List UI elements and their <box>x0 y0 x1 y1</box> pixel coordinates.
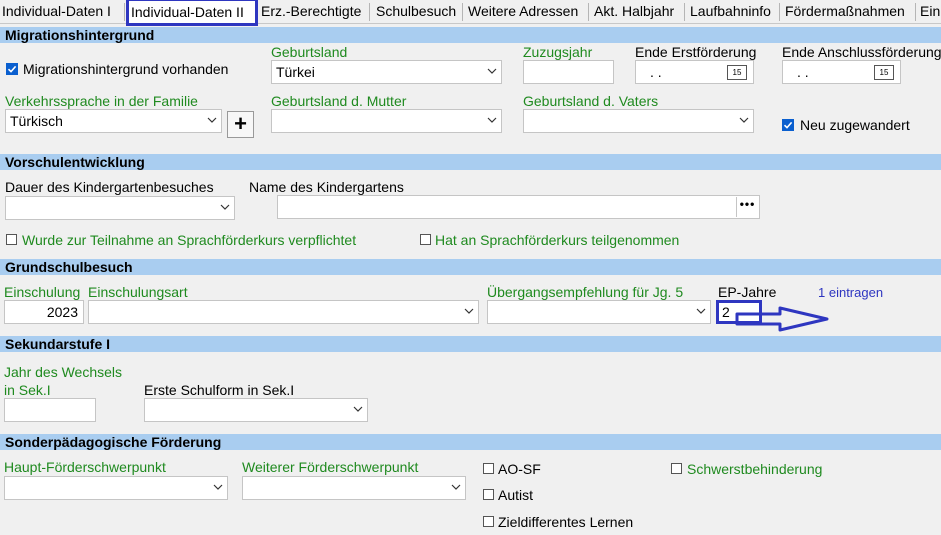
sprachfoerderkurs-verpflichtet-label: Wurde zur Teilnahme an Sprachförderkurs … <box>22 232 357 248</box>
ao-sf-label: AO-SF <box>498 461 541 477</box>
tab-individual-daten-1[interactable]: Individual-Daten I <box>0 1 113 23</box>
check-icon <box>7 65 17 73</box>
kindergarten-dauer-label: Dauer des Kindergartenbesuches <box>5 179 214 195</box>
kindergarten-name-input[interactable]: ••• <box>277 195 760 219</box>
jahr-wechsel-label-line2: in Sek.I <box>4 382 51 398</box>
ende-anschlussfoerderung-input[interactable]: . . 15 <box>782 60 901 84</box>
verkehrssprache-label: Verkehrssprache in der Familie <box>5 93 198 109</box>
tab-akt-halbjahr[interactable]: Akt. Halbjahr <box>592 1 676 23</box>
tab-separator <box>779 3 780 21</box>
tab-separator <box>369 3 370 21</box>
eintragen-annotation: 1 eintragen <box>818 285 884 300</box>
calendar-icon[interactable]: 15 <box>874 65 894 80</box>
tab-separator <box>915 3 916 21</box>
tab-schulbesuch[interactable]: Schulbesuch <box>374 1 458 23</box>
geburtsland-mutter-select[interactable] <box>271 109 502 133</box>
chevron-down-icon <box>451 484 461 492</box>
ende-anschlussfoerderung-value: . . <box>797 64 809 80</box>
tab-weitere-adressen[interactable]: Weitere Adressen <box>466 1 580 23</box>
einschulung-input[interactable]: 2023 <box>4 300 84 324</box>
weiterer-foerderschwerpunkt-label: Weiterer Förderschwerpunkt <box>242 459 419 475</box>
haupt-foerderschwerpunkt-select[interactable] <box>4 476 228 500</box>
chevron-down-icon <box>207 117 217 125</box>
migration-checkbox[interactable] <box>6 63 18 75</box>
ao-sf-checkbox[interactable] <box>483 463 494 474</box>
verkehrssprache-value: Türkisch <box>10 113 63 129</box>
tab-ein[interactable]: Ein <box>918 1 941 23</box>
tab-separator <box>588 3 589 21</box>
zieldifferentes-lernen-label: Zieldifferentes Lernen <box>498 514 634 530</box>
check-icon <box>783 121 793 129</box>
jahr-wechsel-label-line1: Jahr des Wechsels <box>4 364 123 380</box>
section-header-grundschule: Grundschulbesuch <box>0 259 941 275</box>
zieldifferentes-lernen-checkbox[interactable] <box>483 516 494 527</box>
neu-zugewandert-label: Neu zugewandert <box>800 117 910 133</box>
erste-schulform-label: Erste Schulform in Sek.I <box>144 382 295 398</box>
ende-erstfoerderung-value: . . <box>650 64 662 80</box>
chevron-down-icon <box>464 308 474 316</box>
geburtsland-mutter-label: Geburtsland d. Mutter <box>271 93 407 109</box>
zuzugsjahr-label: Zuzugsjahr <box>523 44 593 60</box>
neu-zugewandert-checkbox[interactable] <box>782 119 794 131</box>
annotation-arrow-icon <box>735 306 829 332</box>
sprachfoerderkurs-teilgenommen-checkbox[interactable] <box>420 234 431 245</box>
tab-individual-daten-2[interactable]: Individual-Daten II <box>126 0 258 26</box>
erste-schulform-select[interactable] <box>144 398 368 422</box>
tab-erz-berechtigte[interactable]: Erz.-Berechtigte <box>259 1 363 23</box>
uebergangsempfehlung-select[interactable] <box>487 300 711 324</box>
calendar-icon[interactable]: 15 <box>727 65 747 80</box>
ende-erstfoerderung-label: Ende Erstförderung <box>635 44 757 60</box>
tab-foerdermassnahmen[interactable]: Fördermaßnahmen <box>783 1 907 23</box>
kindergarten-dauer-select[interactable] <box>5 196 235 220</box>
chevron-down-icon <box>487 117 497 125</box>
schwerstbehinderung-checkbox[interactable] <box>671 463 682 474</box>
weiterer-foerderschwerpunkt-select[interactable] <box>242 476 466 500</box>
haupt-foerderschwerpunkt-label: Haupt-Förderschwerpunkt <box>4 459 166 475</box>
ende-anschlussfoerderung-label: Ende Anschlussförderung <box>782 44 941 60</box>
geburtsland-vater-label: Geburtsland d. Vaters <box>523 93 659 109</box>
section-header-vorschule: Vorschulentwicklung <box>0 154 941 170</box>
verkehrssprache-select[interactable]: Türkisch <box>5 109 222 133</box>
chevron-down-icon <box>220 204 230 212</box>
autist-label: Autist <box>498 487 534 503</box>
tab-separator <box>684 3 685 21</box>
section-header-sonder: Sonderpädagogische Förderung <box>0 434 941 450</box>
chevron-down-icon <box>487 68 497 76</box>
einschulungsart-select[interactable] <box>88 300 479 324</box>
einschulungsart-label: Einschulungsart <box>88 284 188 300</box>
chevron-down-icon <box>696 308 706 316</box>
section-header-sek1: Sekundarstufe I <box>0 336 941 352</box>
migration-checkbox-label: Migrationshintergrund vorhanden <box>23 61 229 77</box>
geburtsland-value: Türkei <box>276 64 315 80</box>
geburtsland-select[interactable]: Türkei <box>271 60 502 84</box>
jahr-wechsel-input[interactable] <box>4 398 96 422</box>
zuzugsjahr-input[interactable] <box>523 60 614 84</box>
add-sprache-button[interactable]: + <box>227 111 254 138</box>
more-options-button[interactable]: ••• <box>736 197 758 217</box>
chevron-down-icon <box>213 484 223 492</box>
sprachfoerderkurs-verpflichtet-checkbox[interactable] <box>6 234 17 245</box>
ende-erstfoerderung-input[interactable]: . . 15 <box>635 60 754 84</box>
tab-separator <box>124 3 125 21</box>
geburtsland-vater-select[interactable] <box>523 109 754 133</box>
chevron-down-icon <box>739 117 749 125</box>
einschulung-label: Einschulung <box>4 284 81 300</box>
geburtsland-label: Geburtsland <box>271 44 348 60</box>
uebergangsempfehlung-label: Übergangsempfehlung für Jg. 5 <box>487 284 684 300</box>
kindergarten-name-label: Name des Kindergartens <box>249 179 404 195</box>
tab-separator <box>462 3 463 21</box>
ep-jahre-label: EP-Jahre <box>718 284 777 300</box>
autist-checkbox[interactable] <box>483 489 494 500</box>
section-header-migration: Migrationshintergrund <box>0 27 941 43</box>
sprachfoerderkurs-teilgenommen-label: Hat an Sprachförderkurs teilgenommen <box>435 232 680 248</box>
tab-bar: Individual-Daten I Individual-Daten II E… <box>0 0 941 26</box>
tab-laufbahninfo[interactable]: Laufbahninfo <box>688 1 773 23</box>
schwerstbehinderung-label: Schwerstbehinderung <box>687 461 823 477</box>
chevron-down-icon <box>353 406 363 414</box>
